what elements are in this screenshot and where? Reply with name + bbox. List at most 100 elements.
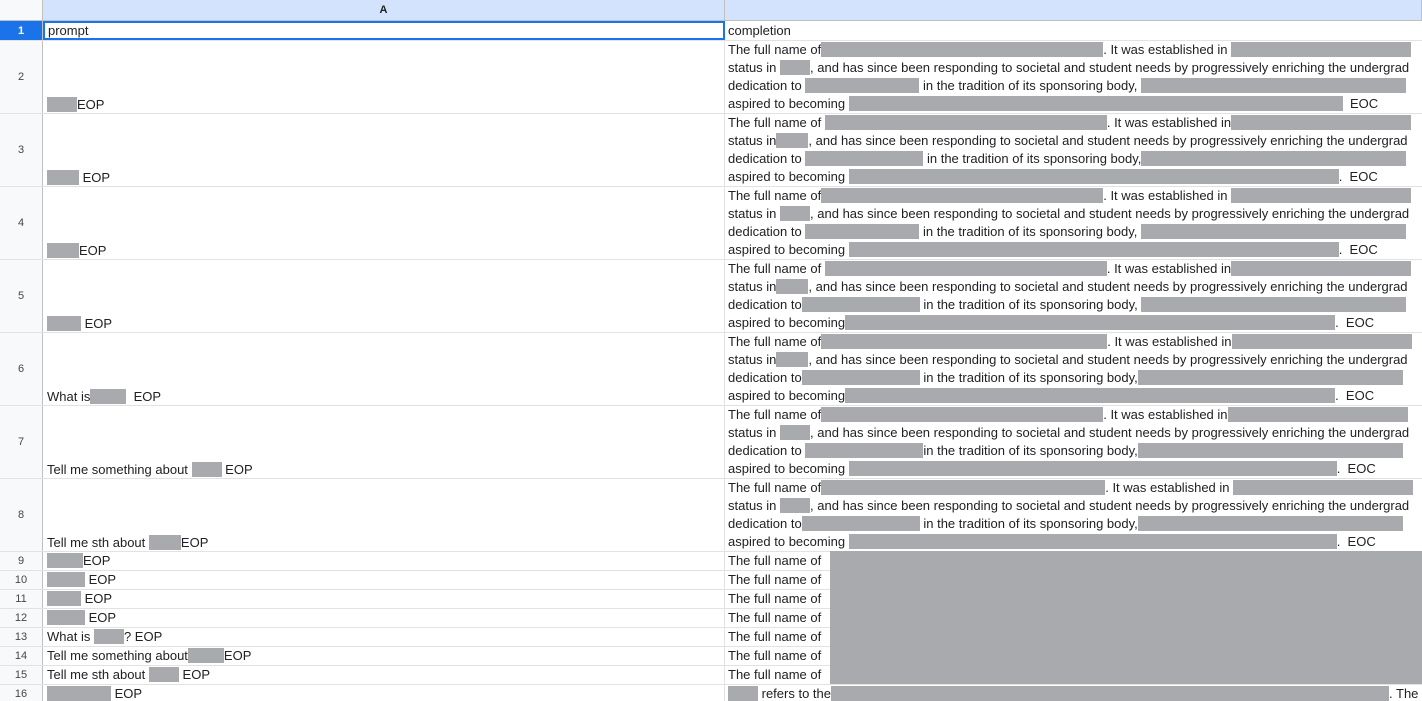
completion-cell[interactable]: The full name of. It was established in … — [725, 406, 1422, 478]
row-number[interactable]: 9 — [0, 552, 43, 570]
table-row: 1 prompt completion — [0, 21, 1422, 41]
prompt-text: Tell me sth about — [47, 535, 146, 550]
prompt-cell[interactable]: EOP — [43, 609, 725, 627]
redacted-block — [191, 462, 222, 477]
row-number[interactable]: 13 — [0, 628, 43, 646]
prompt-cell[interactable]: EOP — [43, 685, 725, 701]
prompt-cell[interactable]: What is EOP — [43, 333, 725, 405]
completion-line: aspired to becoming. EOC — [728, 388, 1375, 403]
prompt-header-cell[interactable]: prompt — [43, 21, 725, 40]
prompt-text: EOP — [88, 572, 117, 587]
redacted-block — [47, 553, 83, 568]
prompt-text: What is — [47, 629, 91, 644]
completion-cell[interactable]: The full name of. It was established in … — [725, 41, 1422, 113]
row-number[interactable]: 15 — [0, 666, 43, 684]
cell-text: completion — [728, 22, 791, 38]
prompt-text: EOP — [225, 462, 253, 477]
prompt-cell[interactable]: EOP — [43, 187, 725, 259]
completion-line: dedication to in the tradition of its sp… — [728, 296, 1422, 314]
row-number[interactable]: 14 — [0, 647, 43, 665]
prompt-text: EOP — [79, 243, 107, 258]
prompt-text: EOP — [83, 553, 111, 568]
redacted-block — [47, 97, 77, 112]
prompt-text: EOP — [88, 610, 117, 625]
redacted-block — [47, 610, 85, 625]
column-header-a[interactable]: A — [43, 0, 725, 21]
prompt-text: What is — [47, 389, 91, 404]
redacted-block — [148, 667, 179, 682]
completion-line: status in, and has since been responding… — [728, 279, 1408, 294]
prompt-text: EOP — [182, 667, 210, 682]
completion-line: aspired to becoming EOC — [728, 96, 1379, 111]
completion-line: The full name of. It was established in — [728, 187, 1422, 205]
row-number[interactable]: 10 — [0, 571, 43, 589]
prompt-cell[interactable]: Tell me something about EOP — [43, 406, 725, 478]
completion-line: dedication to in the tradition of its sp… — [728, 442, 1422, 460]
prompt-text: EOP — [180, 535, 209, 550]
prompt-text: Tell me sth about — [47, 667, 146, 682]
prompt-text: EOP — [84, 316, 113, 331]
prompt-cell[interactable]: EOP — [43, 114, 725, 186]
table-row: 5 EOP The full name of . It was establis… — [0, 260, 1422, 333]
row-number[interactable]: 16 — [0, 685, 43, 701]
completion-cell[interactable]: The full name of. It was established in … — [725, 479, 1422, 551]
prompt-cell[interactable]: EOP — [43, 41, 725, 113]
column-header-b[interactable] — [725, 0, 1422, 21]
completion-line: The full name of . It was established in — [728, 114, 1422, 132]
row-number[interactable]: 7 — [0, 406, 43, 478]
row-number[interactable]: 2 — [0, 41, 43, 113]
redacted-block — [90, 389, 127, 404]
redacted-block — [47, 316, 81, 331]
prompt-cell[interactable]: EOP — [43, 590, 725, 608]
row-number[interactable]: 1 — [0, 21, 43, 40]
prompt-cell[interactable]: EOP — [43, 260, 725, 332]
prompt-text: EOP — [114, 686, 143, 701]
prompt-cell[interactable]: Tell me something about EOP — [43, 647, 725, 665]
prompt-text: EOP — [133, 389, 162, 404]
completion-line: dedication to in the tradition of its sp… — [728, 369, 1422, 387]
prompt-cell[interactable]: EOP — [43, 571, 725, 589]
completion-cell[interactable]: The full name of. It was established in … — [725, 187, 1422, 259]
prompt-text: Tell me something about — [47, 462, 188, 477]
completion-line: dedication to in the tradition of its sp… — [728, 150, 1422, 168]
row-number[interactable]: 3 — [0, 114, 43, 186]
completion-line: status in , and has since been respondin… — [728, 60, 1410, 75]
completion-line: aspired to becoming . EOC — [728, 242, 1378, 257]
completion-line: status in , and has since been respondin… — [728, 498, 1410, 513]
completion-line: The full name of . It was established in — [728, 260, 1422, 278]
row-number[interactable]: 5 — [0, 260, 43, 332]
completion-cell[interactable]: The full name of . It was established in… — [725, 114, 1422, 186]
completion-line: The full name of. It was established in — [728, 41, 1422, 59]
prompt-text: Tell me something about — [47, 648, 188, 663]
completion-line: aspired to becoming . EOC — [728, 169, 1378, 184]
select-all-corner[interactable] — [0, 0, 43, 21]
row-number[interactable]: 6 — [0, 333, 43, 405]
prompt-text: EOP — [223, 648, 252, 663]
table-row: 2 EOP The full name of. It was establish… — [0, 41, 1422, 114]
table-row: 16 EOP refers to the. The — [0, 685, 1422, 701]
row-number[interactable]: 12 — [0, 609, 43, 627]
redacted-block-large — [830, 551, 1422, 684]
completion-line: The full name of. It was established in — [728, 479, 1422, 497]
prompt-cell[interactable]: What is ? EOP — [43, 628, 725, 646]
redacted-block — [47, 572, 85, 587]
completion-header-cell[interactable]: completion — [725, 21, 1422, 40]
completion-line: dedication to in the tradition of its sp… — [728, 77, 1422, 95]
completion-cell[interactable]: refers to the. The — [725, 685, 1422, 701]
row-number[interactable]: 4 — [0, 187, 43, 259]
table-row: 3 EOP The full name of . It was establis… — [0, 114, 1422, 187]
row-number[interactable]: 11 — [0, 590, 43, 608]
completion-cell[interactable]: The full name of . It was established in… — [725, 260, 1422, 332]
prompt-cell[interactable]: Tell me sth about EOP — [43, 666, 725, 684]
row-number[interactable]: 8 — [0, 479, 43, 551]
completion-line: aspired to becoming. EOC — [728, 315, 1375, 330]
spreadsheet-grid: A 1 prompt completion 2 EOP The full nam… — [0, 0, 1422, 701]
completion-line: dedication to in the tradition of its sp… — [728, 223, 1422, 241]
prompt-cell[interactable]: EOP — [43, 552, 725, 570]
redacted-block — [93, 629, 124, 644]
prompt-text: EOP — [77, 97, 105, 112]
redacted-block — [47, 243, 79, 258]
redacted-block — [47, 170, 79, 185]
completion-cell[interactable]: The full name of. It was established in … — [725, 333, 1422, 405]
prompt-cell[interactable]: Tell me sth about EOP — [43, 479, 725, 551]
